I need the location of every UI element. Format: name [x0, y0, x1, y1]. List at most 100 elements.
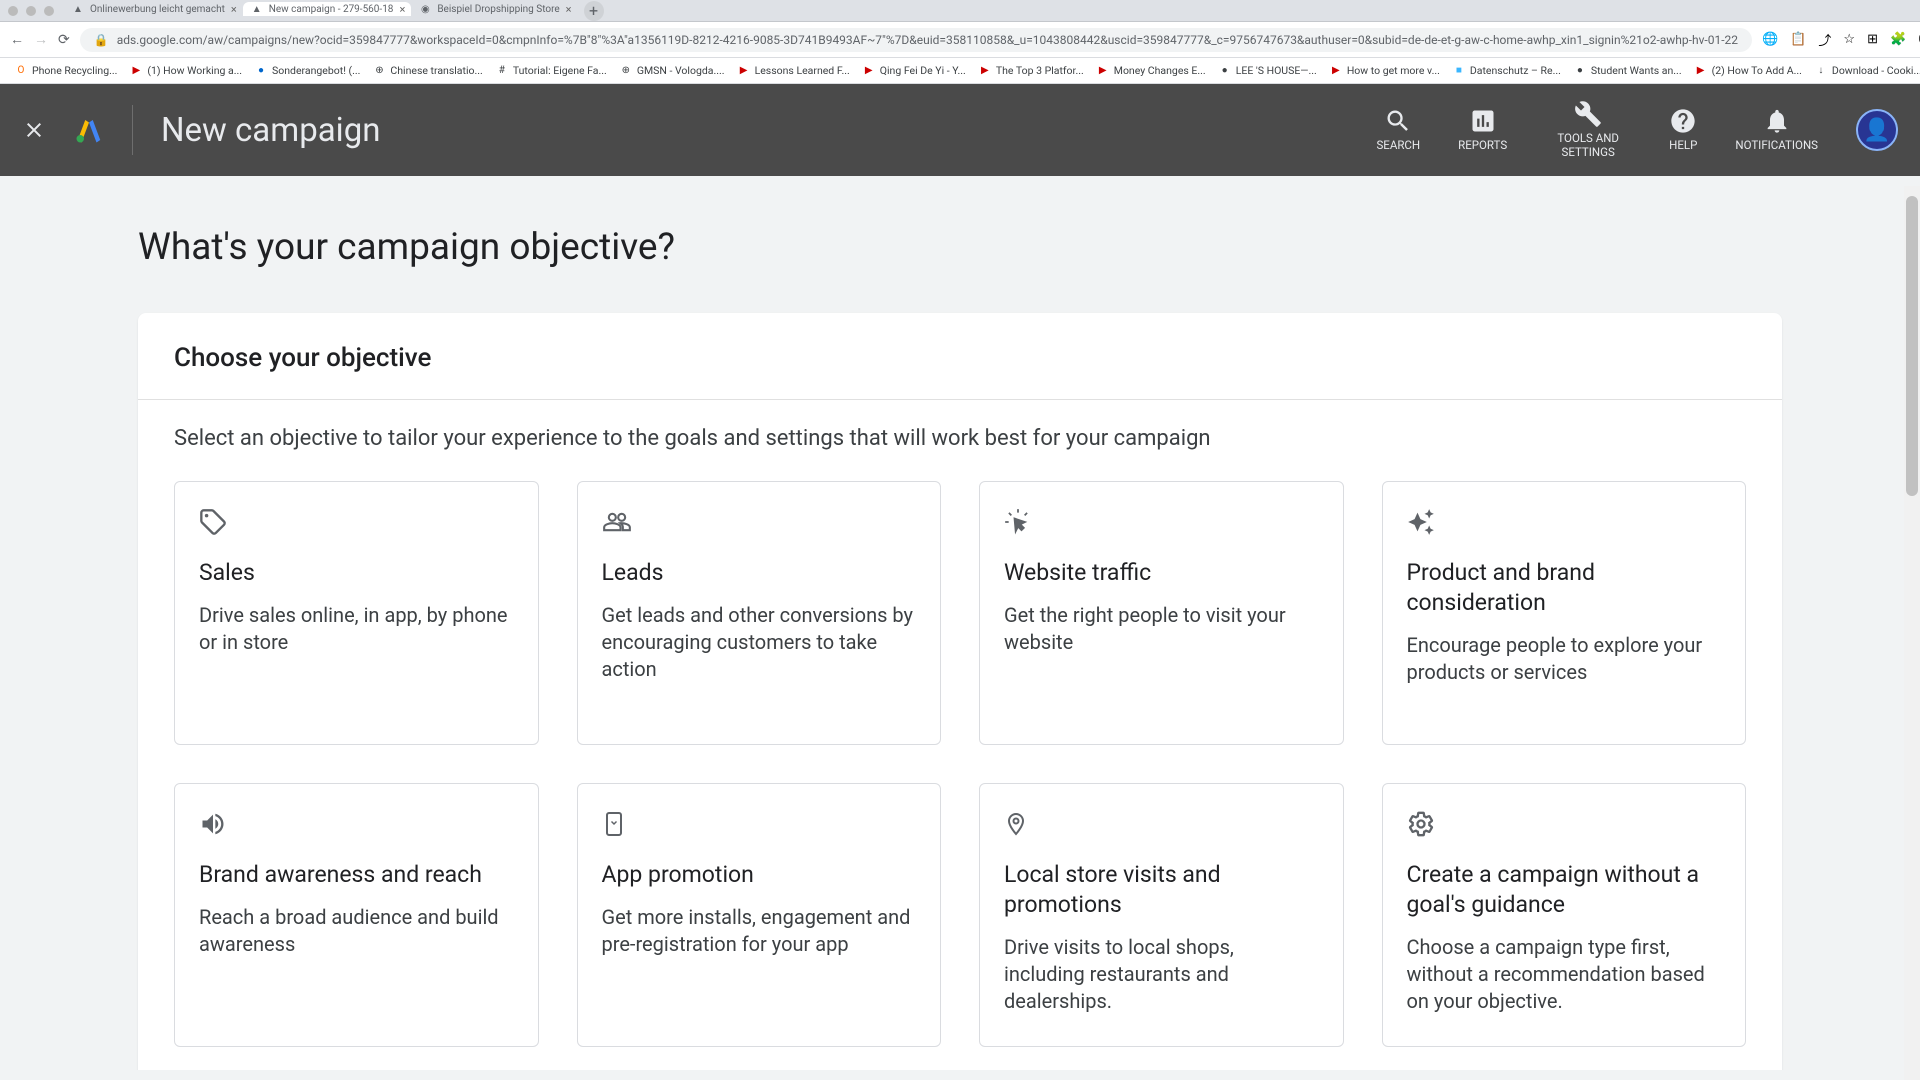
help-icon — [1669, 107, 1697, 135]
campaign-objective-heading: What's your campaign objective? — [138, 226, 1782, 269]
main-content: What's your campaign objective? Choose y… — [0, 176, 1920, 1070]
bookmark-item[interactable]: ●LEE 'S HOUSE—... — [1214, 62, 1321, 80]
objective-local[interactable]: Local store visits and promotions Drive … — [979, 783, 1344, 1047]
url-input[interactable]: 🔒 ads.google.com/aw/campaigns/new?ocid=3… — [80, 28, 1752, 52]
share-icon[interactable]: ⤴ — [1818, 30, 1831, 49]
help-label: HELP — [1669, 139, 1697, 153]
bookmark-favicon: ● — [1218, 64, 1232, 78]
account-avatar[interactable]: 👤 — [1856, 109, 1898, 151]
window-max[interactable] — [44, 6, 54, 16]
objective-desc: Get leads and other conversions by encou… — [602, 602, 917, 683]
ext-1-icon[interactable]: ⊞ — [1867, 32, 1878, 47]
objective-title: Website traffic — [1004, 558, 1319, 588]
download-icon: ↓ — [1814, 64, 1828, 78]
puzzle-icon[interactable]: 🧩 — [1890, 32, 1906, 47]
objective-app[interactable]: App promotion Get more installs, engagem… — [577, 783, 942, 1047]
close-button[interactable] — [22, 118, 46, 142]
objective-title: Sales — [199, 558, 514, 588]
google-ads-icon: ▲ — [251, 4, 263, 16]
objective-desc: Encourage people to explore your product… — [1407, 632, 1722, 686]
youtube-icon: ▶ — [862, 64, 876, 78]
bookmark-item[interactable]: ●Sonderangebot! (... — [250, 62, 364, 80]
bookmark-item[interactable]: #Tutorial: Eigene Fa... — [491, 62, 611, 80]
wrench-icon — [1574, 100, 1602, 128]
forward-button[interactable]: → — [34, 30, 48, 50]
star-icon[interactable]: ☆ — [1843, 32, 1855, 47]
bookmark-item[interactable]: ▶Money Changes E... — [1092, 62, 1210, 80]
help-button[interactable]: HELP — [1669, 107, 1697, 153]
youtube-icon: ▶ — [1694, 64, 1708, 78]
bookmark-item[interactable]: OPhone Recycling... — [10, 62, 121, 80]
url-text: ads.google.com/aw/campaigns/new?ocid=359… — [117, 33, 1738, 47]
subtitle: Select an objective to tailor your exper… — [174, 426, 1746, 451]
bookmark-item[interactable]: ▶How to get more v... — [1325, 62, 1444, 80]
bookmark-item[interactable]: ▶The Top 3 Platfor... — [974, 62, 1088, 80]
youtube-icon: ▶ — [978, 64, 992, 78]
window-min[interactable] — [26, 6, 36, 16]
objective-traffic[interactable]: Website traffic Get the right people to … — [979, 481, 1344, 745]
objective-no-goal[interactable]: Create a campaign without a goal's guida… — [1382, 783, 1747, 1047]
objective-leads[interactable]: Leads Get leads and other conversions by… — [577, 481, 942, 745]
scrollbar-thumb[interactable] — [1906, 196, 1918, 496]
objective-sales[interactable]: Sales Drive sales online, in app, by pho… — [174, 481, 539, 745]
close-icon[interactable]: × — [231, 3, 237, 16]
objective-awareness[interactable]: Brand awareness and reach Reach a broad … — [174, 783, 539, 1047]
reload-button[interactable]: ⟳ — [58, 30, 70, 50]
megaphone-icon — [199, 810, 514, 838]
cursor-click-icon — [1004, 508, 1319, 536]
tab-title: New campaign - 279-560-18 — [269, 4, 394, 15]
bookmark-item[interactable]: ▶(2) How To Add A... — [1690, 62, 1806, 80]
bookmark-favicon: ⊕ — [372, 64, 386, 78]
objective-desc: Drive visits to local shops, including r… — [1004, 934, 1319, 1015]
google-ads-icon: ▲ — [72, 4, 84, 16]
bookmark-item[interactable]: ●Student Wants an... — [1569, 62, 1686, 80]
tools-label: TOOLS AND SETTINGS — [1545, 132, 1631, 160]
tab-2[interactable]: ◉ Beispiel Dropshipping Store × — [411, 2, 577, 16]
google-ads-logo-icon — [74, 115, 104, 145]
objective-title: Create a campaign without a goal's guida… — [1407, 860, 1722, 920]
bookmark-item[interactable]: ▶Lessons Learned F... — [733, 62, 854, 80]
note-icon[interactable]: 📋 — [1790, 32, 1806, 47]
objective-title: Brand awareness and reach — [199, 860, 514, 890]
phone-download-icon — [602, 810, 917, 838]
search-button[interactable]: SEARCH — [1376, 107, 1420, 153]
youtube-icon: ▶ — [1096, 64, 1110, 78]
objective-brand-consideration[interactable]: Product and brand consideration Encourag… — [1382, 481, 1747, 745]
new-tab-button[interactable]: + — [584, 1, 604, 21]
tag-icon — [199, 508, 514, 536]
objective-desc: Choose a campaign type first, without a … — [1407, 934, 1722, 1015]
shopify-icon: ◉ — [419, 4, 431, 16]
window-close[interactable] — [8, 6, 18, 16]
bookmark-item[interactable]: ↓Download - Cooki... — [1810, 62, 1920, 80]
back-button[interactable]: ← — [10, 30, 24, 50]
card-body: Select an objective to tailor your exper… — [138, 400, 1782, 1070]
translate-icon[interactable]: 🌐 — [1762, 32, 1778, 47]
app-header: New campaign SEARCH REPORTS TOOLS AND SE… — [0, 84, 1920, 176]
tab-0[interactable]: ▲ Onlinewerbung leicht gemacht × — [64, 2, 243, 16]
objective-title: Leads — [602, 558, 917, 588]
bookmark-item[interactable]: ⊕GMSN - Vologda.... — [615, 62, 729, 80]
objectives-grid: Sales Drive sales online, in app, by pho… — [174, 481, 1746, 1047]
bookmark-item[interactable]: ■Datenschutz – Re... — [1448, 62, 1565, 80]
tools-settings-button[interactable]: TOOLS AND SETTINGS — [1545, 100, 1631, 160]
close-icon[interactable]: × — [399, 3, 405, 16]
notifications-button[interactable]: NOTIFICATIONS — [1735, 107, 1818, 153]
window-controls — [8, 6, 54, 16]
bookmark-favicon: ● — [1573, 64, 1587, 78]
search-icon — [1384, 107, 1412, 135]
objective-desc: Get more installs, engagement and pre-re… — [602, 904, 917, 958]
gear-icon — [1407, 810, 1722, 838]
bell-icon — [1763, 107, 1791, 135]
bookmark-item[interactable]: ▶(1) How Working a... — [125, 62, 246, 80]
scrollbar[interactable] — [1904, 186, 1920, 1080]
avatar-icon: 👤 — [1863, 118, 1890, 143]
bookmark-favicon: ⊕ — [619, 64, 633, 78]
bookmark-item[interactable]: ⊕Chinese translatio... — [368, 62, 486, 80]
youtube-icon: ▶ — [737, 64, 751, 78]
close-icon[interactable]: × — [566, 3, 572, 16]
tab-1[interactable]: ▲ New campaign - 279-560-18 × — [243, 2, 412, 16]
reports-button[interactable]: REPORTS — [1458, 107, 1507, 153]
objective-desc: Get the right people to visit your websi… — [1004, 602, 1319, 656]
bookmark-item[interactable]: ▶Qing Fei De Yi - Y... — [858, 62, 970, 80]
youtube-icon: ▶ — [129, 64, 143, 78]
